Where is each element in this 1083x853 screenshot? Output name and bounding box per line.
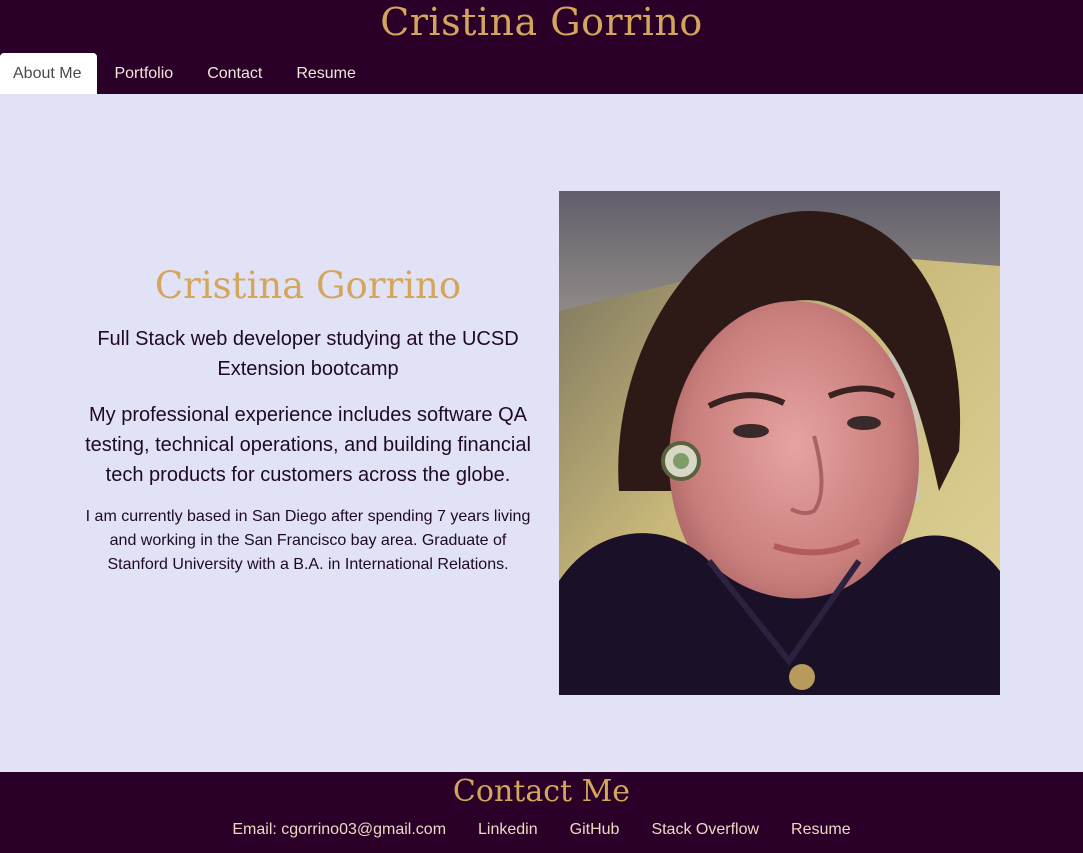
tab-about-me[interactable]: About Me [0, 53, 98, 94]
site-header: Cristina Gorrino About Me Portfolio Cont… [0, 0, 1083, 94]
contact-me-heading: Contact Me [452, 774, 631, 809]
about-section: Cristina Gorrino Full Stack web develope… [0, 94, 1083, 772]
intro-lead-text: Full Stack web developer studying at the… [97, 328, 519, 380]
intro-name-heading: Cristina Gorrino [154, 264, 462, 307]
tab-contact[interactable]: Contact [190, 53, 279, 94]
site-footer: Contact Me Email: cgorrino03@gmail.com L… [0, 772, 1083, 853]
footer-links: Email: cgorrino03@gmail.com Linkedin Git… [0, 820, 1083, 840]
tab-resume[interactable]: Resume [279, 53, 373, 94]
main-nav: About Me Portfolio Contact Resume [0, 53, 373, 94]
profile-photo-image [559, 191, 1000, 695]
tab-portfolio[interactable]: Portfolio [97, 53, 190, 94]
linkedin-link[interactable]: Linkedin [478, 820, 538, 840]
github-link[interactable]: GitHub [570, 820, 620, 840]
profile-photo [559, 191, 1000, 695]
intro-bio-text: I am currently based in San Diego after … [85, 508, 531, 573]
email-link[interactable]: Email: cgorrino03@gmail.com [232, 820, 446, 840]
intro-text-block: Cristina Gorrino Full Stack web develope… [80, 264, 536, 577]
site-title: Cristina Gorrino [380, 0, 703, 44]
intro-experience-text: My professional experience includes soft… [85, 404, 531, 486]
stack-overflow-link[interactable]: Stack Overflow [651, 820, 759, 840]
resume-link[interactable]: Resume [791, 820, 851, 840]
